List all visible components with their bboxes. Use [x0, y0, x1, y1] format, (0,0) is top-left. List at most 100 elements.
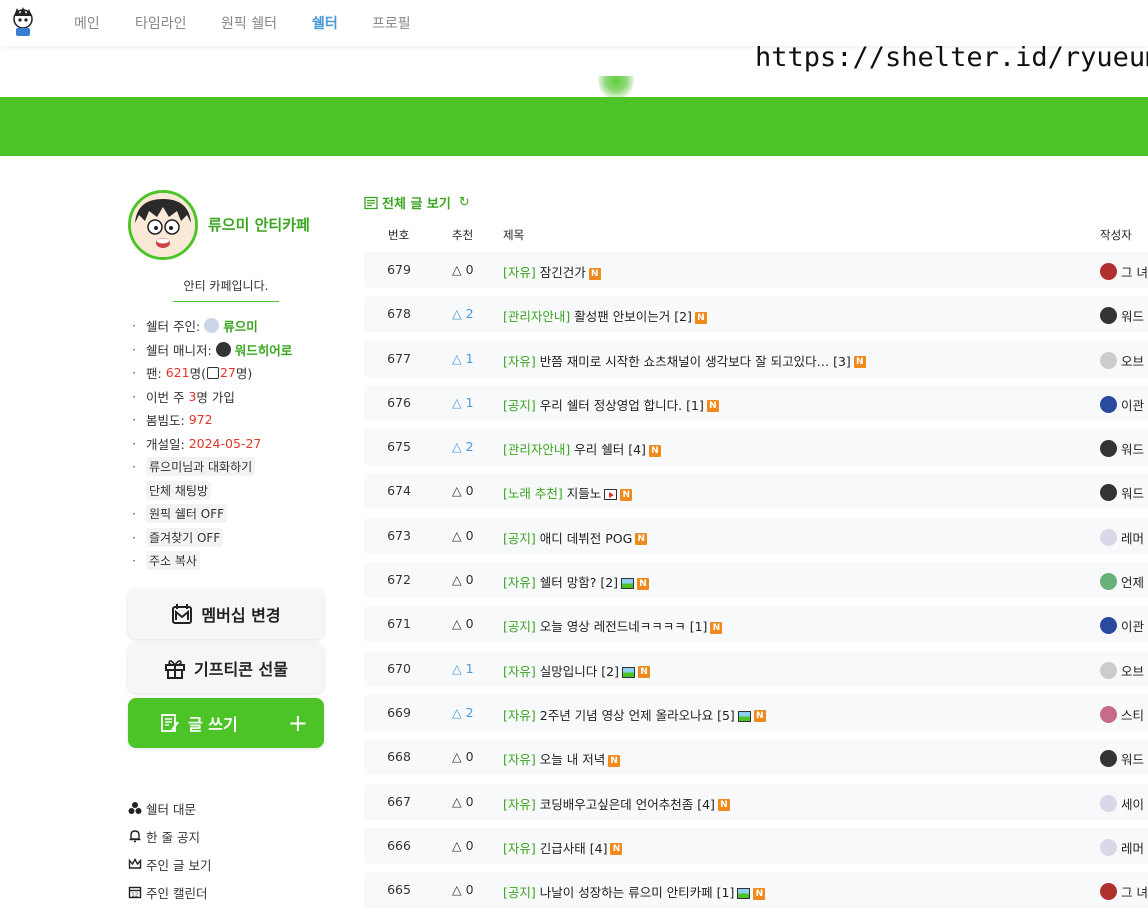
owner-name-link[interactable]: 류으미: [223, 316, 258, 335]
author-name: 세이: [1121, 796, 1145, 812]
post-author[interactable]: 워드: [1100, 483, 1144, 502]
post-author[interactable]: 워드: [1100, 306, 1144, 325]
post-title-link[interactable]: [자유] 쉘터 망함? [2] N: [503, 572, 650, 591]
membership-button[interactable]: 멤버십 변경: [128, 589, 324, 639]
post-category: [노래 추천]: [503, 486, 563, 502]
post-row[interactable]: 673 △ 0 [공지] 애디 데뷔전 POG N 레머: [364, 517, 1148, 554]
post-number: 666: [387, 837, 411, 853]
group-chat-link[interactable]: 단체 채팅방: [146, 480, 212, 500]
post-author[interactable]: 레머: [1100, 528, 1144, 547]
post-title-link[interactable]: [공지] 나날이 성장하는 류으미 안티카페 [1] N: [503, 882, 766, 901]
copy-address-link[interactable]: 주소 복사: [146, 551, 200, 571]
post-row[interactable]: 675 △ 2 [관리자안내] 우리 쉘터 [4] N 워드: [364, 429, 1148, 466]
author-avatar: [1100, 263, 1117, 280]
post-title-link[interactable]: [자유] 실망입니다 [2] N: [503, 661, 650, 680]
post-row[interactable]: 668 △ 0 [자유] 오늘 내 저녁 N 워드: [364, 739, 1148, 776]
post-title-link[interactable]: [공지] 우리 쉘터 정상영업 합니다. [1] N: [503, 395, 719, 414]
post-title-link[interactable]: [자유] 오늘 내 저녁 N: [503, 749, 621, 768]
banner-green-band: [0, 97, 1148, 156]
nav-shelter[interactable]: 쉘터: [312, 13, 338, 33]
post-row[interactable]: 669 △ 2 [자유] 2주년 기념 영상 언제 올라오나요 [5] N 스티: [364, 694, 1148, 731]
post-author[interactable]: 그 녀: [1100, 882, 1148, 901]
post-title-link[interactable]: [자유] 코딩배우고싶은데 언어추천좀 [4] N: [503, 794, 730, 813]
post-author[interactable]: 이관: [1100, 395, 1144, 414]
post-title-link[interactable]: [자유] 긴급사태 [4] N: [503, 838, 623, 857]
post-recommend-count: △ 0: [452, 616, 474, 632]
shelter-description: 안티 카페입니다.: [173, 277, 279, 302]
post-row[interactable]: 672 △ 0 [자유] 쉘터 망함? [2] N 언제: [364, 562, 1148, 599]
post-recommend-count: △ 0: [452, 793, 474, 809]
membership-icon: [171, 603, 193, 625]
gift-button[interactable]: 기프티콘 선물: [128, 643, 324, 693]
post-row[interactable]: 679 △ 0 [자유] 잠긴건가 N 그 녀: [364, 252, 1148, 288]
menu-owner-posts[interactable]: 주인 글 보기: [128, 850, 211, 878]
post-author[interactable]: 오브: [1100, 661, 1144, 680]
menu-owner-calendar[interactable]: 12 주인 캘린더: [128, 878, 211, 906]
post-recommend-count: △ 0: [452, 262, 474, 277]
post-title-link[interactable]: [관리자안내] 우리 쉘터 [4] N: [503, 439, 661, 458]
new-badge: N: [753, 710, 766, 723]
post-author[interactable]: 언제: [1100, 572, 1144, 591]
post-title: 반쯤 재미로 시작한 쇼츠채널이 생각보다 잘 되고있다…: [539, 353, 830, 369]
shelter-avatar[interactable]: [128, 190, 198, 260]
post-number: 667: [387, 793, 411, 809]
new-badge: N: [637, 666, 650, 679]
post-title-link[interactable]: [공지] 오늘 영상 레전드네ㅋㅋㅋㅋ [1] N: [503, 616, 723, 635]
post-title-link[interactable]: [공지] 애디 데뷔전 POG N: [503, 528, 648, 547]
write-post-button[interactable]: 글 쓰기 +: [128, 698, 324, 748]
post-title-link[interactable]: [자유] 반쯤 재미로 시작한 쇼츠채널이 생각보다 잘 되고있다… [3] N: [503, 351, 866, 370]
calendar-icon: 12: [128, 885, 146, 899]
post-row[interactable]: 665 △ 0 [공지] 나날이 성장하는 류으미 안티카페 [1] N 그 녀: [364, 872, 1148, 909]
nav-main[interactable]: 메인: [74, 13, 100, 33]
post-title-link[interactable]: [자유] 2주년 기념 영상 언제 올라오나요 [5] N: [503, 705, 766, 724]
site-logo-icon[interactable]: [11, 6, 35, 38]
new-badge: N: [710, 621, 723, 634]
col-num: 번호: [388, 228, 410, 242]
post-category: [자유]: [503, 663, 536, 679]
all-posts-link[interactable]: 전체 글 보기: [382, 193, 451, 212]
shelter-menu: 쉘터 대문 한 줄 공지 주인 글 보기 12 주인 캘린더: [128, 794, 211, 906]
post-row[interactable]: 666 △ 0 [자유] 긴급사태 [4] N 레머: [364, 827, 1148, 864]
shelter-info-list: · 쉘터 주인: 류으미 · 쉘터 매니저: 워드히어로 · 팬: 621 명(…: [128, 314, 328, 573]
post-number: 674: [387, 483, 411, 499]
comment-count: [4]: [589, 840, 608, 856]
post-author[interactable]: 세이: [1100, 794, 1144, 813]
post-author[interactable]: 워드: [1100, 439, 1144, 458]
post-number: 669: [387, 704, 411, 720]
manager-name-link[interactable]: 워드히어로: [235, 340, 293, 359]
post-title-link[interactable]: [노래 추천] 지들노 N: [503, 483, 633, 502]
post-title-link[interactable]: [자유] 잠긴건가 N: [503, 262, 601, 281]
post-category: [자유]: [503, 796, 536, 812]
menu-one-line-notice[interactable]: 한 줄 공지: [128, 822, 211, 850]
favorite-toggle[interactable]: 즐겨찾기 OFF: [146, 527, 224, 547]
post-author[interactable]: 워드: [1100, 749, 1144, 768]
author-name: 워드: [1121, 486, 1145, 502]
post-row[interactable]: 677 △ 1 [자유] 반쯤 재미로 시작한 쇼츠채널이 생각보다 잘 되고있다……: [364, 340, 1148, 377]
nav-profile[interactable]: 프로필: [372, 13, 411, 33]
nav-onepick-shelter[interactable]: 원픽 쉘터: [221, 13, 277, 33]
post-row[interactable]: 671 △ 0 [공지] 오늘 영상 레전드네ㅋㅋㅋㅋ [1] N 이관: [364, 606, 1148, 643]
post-title: 오늘 영상 레전드네ㅋㅋㅋㅋ: [539, 619, 686, 635]
post-title: 실망입니다: [539, 663, 598, 679]
post-author[interactable]: 오브: [1100, 351, 1144, 370]
post-author[interactable]: 이관: [1100, 616, 1144, 635]
post-row[interactable]: 670 △ 1 [자유] 실망입니다 [2] N 오브: [364, 650, 1148, 687]
post-row[interactable]: 674 △ 0 [노래 추천] 지들노 N 워드: [364, 473, 1148, 510]
nav-timeline[interactable]: 타임라인: [135, 13, 187, 33]
post-row[interactable]: 678 △ 2 [관리자안내] 활성팬 안보이는거 [2] N 워드: [364, 296, 1148, 333]
refresh-icon[interactable]: ↻: [459, 195, 470, 210]
post-row[interactable]: 676 △ 1 [공지] 우리 쉘터 정상영업 합니다. [1] N 이관: [364, 384, 1148, 421]
author-name: 오브: [1121, 353, 1145, 369]
onepick-toggle[interactable]: 원픽 쉘터 OFF: [146, 504, 228, 524]
post-author[interactable]: 그 녀: [1100, 262, 1148, 281]
menu-shelter-gate[interactable]: 쉘터 대문: [128, 794, 211, 822]
post-row[interactable]: 667 △ 0 [자유] 코딩배우고싶은데 언어추천좀 [4] N 세이: [364, 783, 1148, 820]
post-author[interactable]: 레머: [1100, 838, 1144, 857]
chat-with-owner-link[interactable]: 류으미님과 대화하기: [146, 457, 256, 477]
post-author[interactable]: 스티: [1100, 705, 1144, 724]
board-header: 전체 글 보기 ↻: [364, 193, 470, 212]
bell-icon: [128, 829, 146, 843]
new-badge: N: [717, 799, 730, 812]
post-title: 오늘 내 저녁: [539, 752, 606, 768]
post-title-link[interactable]: [관리자안내] 활성팬 안보이는거 [2] N: [503, 306, 707, 325]
